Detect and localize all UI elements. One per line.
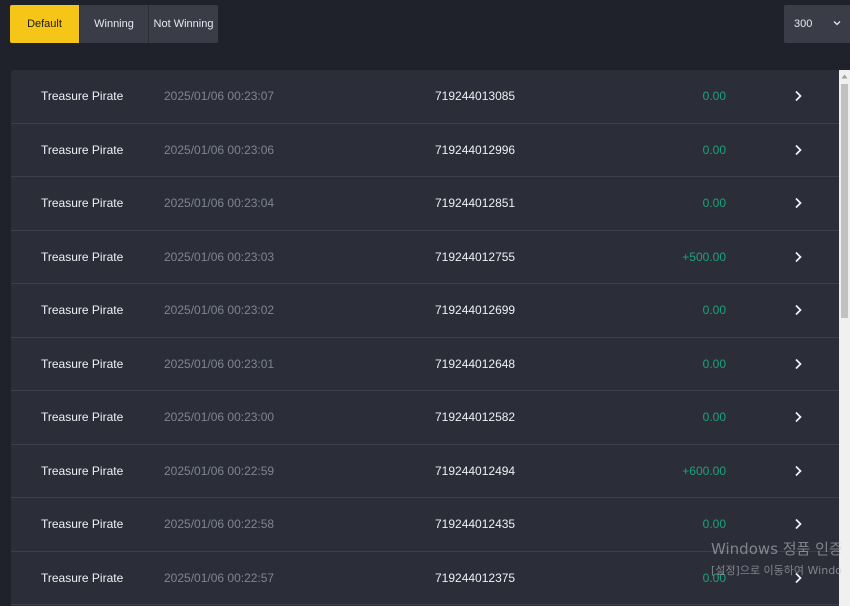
chevron-right-icon[interactable] (792, 391, 804, 444)
filter-not-winning-button[interactable]: Not Winning (149, 5, 218, 43)
list-item[interactable]: Treasure Pirate 2025/01/06 00:23:00 719244… (11, 391, 839, 445)
round-id: 719244012996 (435, 142, 516, 157)
list-item[interactable]: Treasure Pirate 2025/01/06 00:22:59 719244… (11, 445, 839, 498)
round-id: 719244012582 (435, 410, 516, 425)
scrollbar-thumb[interactable] (841, 84, 848, 318)
round-id: 719244012494 (435, 463, 516, 478)
game-name: Treasure Pirate (41, 410, 124, 425)
game-name: Treasure Pirate (41, 142, 124, 157)
chevron-down-icon (833, 21, 841, 26)
bet-time: 2025/01/06 00:23:06 (164, 142, 275, 157)
bet-time: 2025/01/06 00:23:04 (164, 196, 275, 211)
game-name: Treasure Pirate (41, 249, 124, 264)
bet-history-list: Treasure Pirate 2025/01/06 00:23:07 719244… (11, 70, 839, 606)
list-item[interactable]: Treasure Pirate 2025/01/06 00:23:02 719244… (11, 284, 839, 338)
filter-winning-button[interactable]: Winning (80, 5, 149, 43)
bet-time: 2025/01/06 00:22:59 (164, 463, 275, 478)
round-id: 719244012648 (435, 356, 516, 371)
chevron-right-icon[interactable] (792, 70, 804, 123)
game-name: Treasure Pirate (41, 356, 124, 371)
list-item[interactable]: Treasure Pirate 2025/01/06 00:23:07 719244… (11, 70, 839, 124)
win-amount: +600.00 (682, 463, 726, 478)
chevron-right-icon[interactable] (792, 231, 804, 284)
round-id: 719244012435 (435, 517, 516, 532)
win-amount: 0.00 (702, 410, 726, 425)
chevron-right-icon[interactable] (792, 284, 804, 337)
chevron-right-icon[interactable] (792, 552, 804, 605)
list-item[interactable]: Treasure Pirate 2025/01/06 00:22:58 719244… (11, 498, 839, 552)
scrollbar[interactable] (839, 70, 850, 606)
list-item[interactable]: Treasure Pirate 2025/01/06 00:23:03 719244… (11, 231, 839, 284)
chevron-right-icon[interactable] (792, 338, 804, 391)
chevron-right-icon[interactable] (792, 445, 804, 498)
bet-time: 2025/01/06 00:23:02 (164, 303, 275, 318)
win-amount: 0.00 (702, 89, 726, 104)
win-amount: 0.00 (702, 303, 726, 318)
page-size-select[interactable]: 300 (784, 5, 850, 43)
game-name: Treasure Pirate (41, 89, 124, 104)
win-amount: +500.00 (682, 249, 726, 264)
chevron-right-icon[interactable] (792, 177, 804, 230)
page-size-value: 300 (794, 18, 813, 30)
bet-time: 2025/01/06 00:23:03 (164, 249, 275, 264)
bet-time: 2025/01/06 00:23:01 (164, 356, 275, 371)
win-amount: 0.00 (702, 356, 726, 371)
win-amount: 0.00 (702, 570, 726, 585)
game-name: Treasure Pirate (41, 570, 124, 585)
top-toolbar: Default Winning Not Winning 300 (0, 0, 850, 62)
game-name: Treasure Pirate (41, 196, 124, 211)
list-item[interactable]: Treasure Pirate 2025/01/06 00:23:06 719244… (11, 124, 839, 177)
game-name: Treasure Pirate (41, 517, 124, 532)
win-amount: 0.00 (702, 196, 726, 211)
chevron-right-icon[interactable] (792, 498, 804, 551)
filter-default-button[interactable]: Default (10, 5, 80, 43)
result-filter-group: Default Winning Not Winning (10, 5, 218, 43)
round-id: 719244012375 (435, 570, 516, 585)
bet-time: 2025/01/06 00:23:00 (164, 410, 275, 425)
bet-time: 2025/01/06 00:22:58 (164, 517, 275, 532)
round-id: 719244012755 (435, 249, 516, 264)
game-name: Treasure Pirate (41, 303, 124, 318)
round-id: 719244013085 (435, 89, 516, 104)
round-id: 719244012699 (435, 303, 516, 318)
list-item[interactable]: Treasure Pirate 2025/01/06 00:23:04 719244… (11, 177, 839, 231)
round-id: 719244012851 (435, 196, 516, 211)
list-item[interactable]: Treasure Pirate 2025/01/06 00:22:57 719244… (11, 552, 839, 605)
win-amount: 0.00 (702, 517, 726, 532)
chevron-right-icon[interactable] (792, 124, 804, 177)
list-item[interactable]: Treasure Pirate 2025/01/06 00:23:01 719244… (11, 338, 839, 391)
bet-time: 2025/01/06 00:22:57 (164, 570, 275, 585)
bet-time: 2025/01/06 00:23:07 (164, 89, 275, 104)
win-amount: 0.00 (702, 142, 726, 157)
game-name: Treasure Pirate (41, 463, 124, 478)
scroll-up-arrow-icon[interactable] (839, 70, 850, 82)
